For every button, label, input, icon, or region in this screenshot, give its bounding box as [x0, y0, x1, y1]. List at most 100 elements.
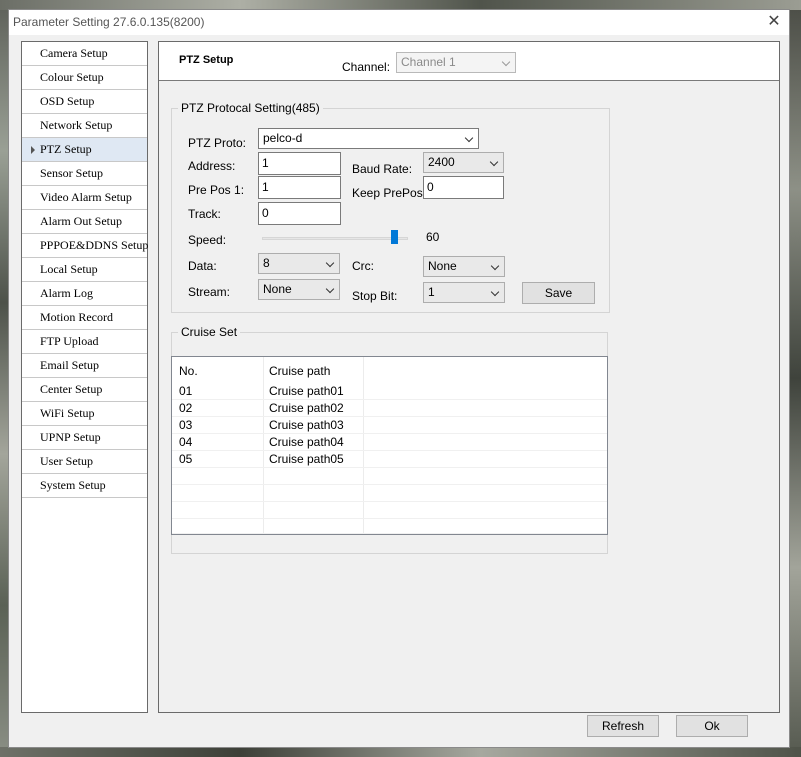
channel-label: Channel:	[342, 60, 391, 74]
ptz-proto-value: pelco-d	[263, 131, 303, 145]
list-header: No. Cruise path	[172, 357, 607, 383]
chevron-down-icon	[501, 57, 511, 67]
baud-rate-label: Baud Rate:	[352, 162, 413, 176]
nav-item-label: Camera Setup	[40, 46, 108, 60]
empty-row	[172, 502, 607, 519]
nav-item-email-setup[interactable]: Email Setup	[22, 354, 147, 378]
empty-row	[172, 468, 607, 485]
row-no: 01	[179, 384, 193, 398]
nav-item-network-setup[interactable]: Network Setup	[22, 114, 147, 138]
nav-item-label: WiFi Setup	[40, 406, 95, 420]
nav-item-label: FTP Upload	[40, 334, 99, 348]
panel-header: PTZ Setup Channel: Channel 1	[159, 42, 779, 81]
nav-item-system-setup[interactable]: System Setup	[22, 474, 147, 498]
group-title: PTZ Protocal Setting(485)	[178, 101, 323, 115]
track-field[interactable]: 0	[258, 202, 341, 225]
track-label: Track:	[188, 207, 221, 221]
nav-item-colour-setup[interactable]: Colour Setup	[22, 66, 147, 90]
keep-prepos-label: Keep PrePos	[352, 186, 423, 200]
page-title: PTZ Setup	[179, 54, 234, 66]
address-value: 1	[262, 156, 269, 170]
stream-label: Stream:	[188, 285, 231, 299]
speed-label: Speed:	[188, 233, 227, 247]
group-title: Cruise Set	[178, 325, 241, 339]
speed-slider-thumb[interactable]	[391, 230, 399, 244]
nav-item-label: Motion Record	[40, 310, 113, 324]
close-icon[interactable]: ✕	[765, 13, 783, 31]
list-row[interactable]: 04 Cruise path04	[172, 434, 607, 451]
nav-item-label: OSD Setup	[40, 94, 95, 108]
address-field[interactable]: 1	[258, 152, 341, 175]
keep-prepos-value: 0	[427, 180, 434, 194]
nav-item-camera-setup[interactable]: Camera Setup	[22, 42, 147, 66]
ptz-protocol-group: PTZ Protocal Setting(485) PTZ Proto: pel…	[171, 101, 610, 313]
ok-button[interactable]: Ok	[676, 715, 748, 737]
row-path: Cruise path03	[269, 418, 344, 432]
row-no: 05	[179, 452, 193, 466]
pre-pos-value: 1	[262, 180, 269, 194]
refresh-button[interactable]: Refresh	[587, 715, 659, 737]
nav-item-ftp-upload[interactable]: FTP Upload	[22, 330, 147, 354]
keep-prepos-field[interactable]: 0	[423, 176, 504, 199]
nav-item-label: Colour Setup	[40, 70, 104, 84]
row-path: Cruise path04	[269, 435, 344, 449]
parameter-setting-dialog: Parameter Setting 27.6.0.135(8200) ✕ Cam…	[8, 9, 790, 748]
channel-select: Channel 1	[396, 52, 516, 73]
list-row[interactable]: 02 Cruise path02	[172, 400, 607, 417]
nav-item-ptz-setup[interactable]: PTZ Setup	[22, 138, 147, 162]
data-value: 8	[263, 256, 270, 270]
stream-value: None	[263, 282, 292, 296]
nav-item-wifi-setup[interactable]: WiFi Setup	[22, 402, 147, 426]
column-header-cruise-path[interactable]: Cruise path	[269, 364, 330, 378]
nav-item-label: Network Setup	[40, 118, 113, 132]
nav-item-sensor-setup[interactable]: Sensor Setup	[22, 162, 147, 186]
nav-item-video-alarm-setup[interactable]: Video Alarm Setup	[22, 186, 147, 210]
nav-item-upnp-setup[interactable]: UPNP Setup	[22, 426, 147, 450]
nav-item-local-setup[interactable]: Local Setup	[22, 258, 147, 282]
track-value: 0	[262, 206, 269, 220]
stream-select[interactable]: None	[258, 279, 340, 300]
nav-item-label: Sensor Setup	[40, 166, 103, 180]
nav-item-user-setup[interactable]: User Setup	[22, 450, 147, 474]
ptz-proto-label: PTZ Proto:	[188, 136, 247, 150]
stop-bit-label: Stop Bit:	[352, 289, 398, 303]
nav-item-center-setup[interactable]: Center Setup	[22, 378, 147, 402]
nav-item-alarm-out-setup[interactable]: Alarm Out Setup	[22, 210, 147, 234]
data-select[interactable]: 8	[258, 253, 340, 274]
crc-select[interactable]: None	[423, 256, 505, 277]
ptz-setup-panel: PTZ Setup Channel: Channel 1 PTZ Protoca…	[158, 41, 780, 713]
chevron-down-icon	[464, 133, 474, 143]
nav-item-label: Video Alarm Setup	[40, 190, 132, 204]
nav-item-label: Alarm Log	[40, 286, 93, 300]
column-header-no[interactable]: No.	[179, 364, 198, 378]
baud-rate-value: 2400	[428, 155, 455, 169]
ptz-proto-select[interactable]: pelco-d	[258, 128, 479, 149]
speed-slider-track[interactable]	[262, 237, 408, 240]
nav-item-label: System Setup	[40, 478, 106, 492]
baud-rate-select[interactable]: 2400	[423, 152, 504, 173]
list-row[interactable]: 01 Cruise path01	[172, 383, 607, 400]
save-button[interactable]: Save	[522, 282, 595, 304]
title-bar[interactable]: Parameter Setting 27.6.0.135(8200) ✕	[9, 10, 789, 35]
nav-item-label: User Setup	[40, 454, 93, 468]
nav-item-pppoe-ddns-setup[interactable]: PPPOE&DDNS Setup	[22, 234, 149, 258]
row-no: 02	[179, 401, 193, 415]
nav-item-motion-record[interactable]: Motion Record	[22, 306, 147, 330]
cruise-list[interactable]: No. Cruise path 01 Cruise path01 02 Crui…	[171, 356, 608, 535]
expand-arrow-icon	[31, 146, 35, 154]
nav-item-label: PPPOE&DDNS Setup	[40, 238, 149, 252]
stop-bit-value: 1	[428, 285, 435, 299]
nav-item-alarm-log[interactable]: Alarm Log	[22, 282, 147, 306]
pre-pos-field[interactable]: 1	[258, 176, 341, 199]
empty-row	[172, 519, 607, 534]
list-row[interactable]: 05 Cruise path05	[172, 451, 607, 468]
list-row[interactable]: 03 Cruise path03	[172, 417, 607, 434]
stop-bit-select[interactable]: 1	[423, 282, 505, 303]
channel-value: Channel 1	[401, 55, 456, 69]
nav-item-label: UPNP Setup	[40, 430, 101, 444]
nav-item-osd-setup[interactable]: OSD Setup	[22, 90, 147, 114]
chevron-down-icon	[490, 261, 500, 271]
chevron-down-icon	[490, 287, 500, 297]
crc-value: None	[428, 259, 457, 273]
data-label: Data:	[188, 259, 217, 273]
